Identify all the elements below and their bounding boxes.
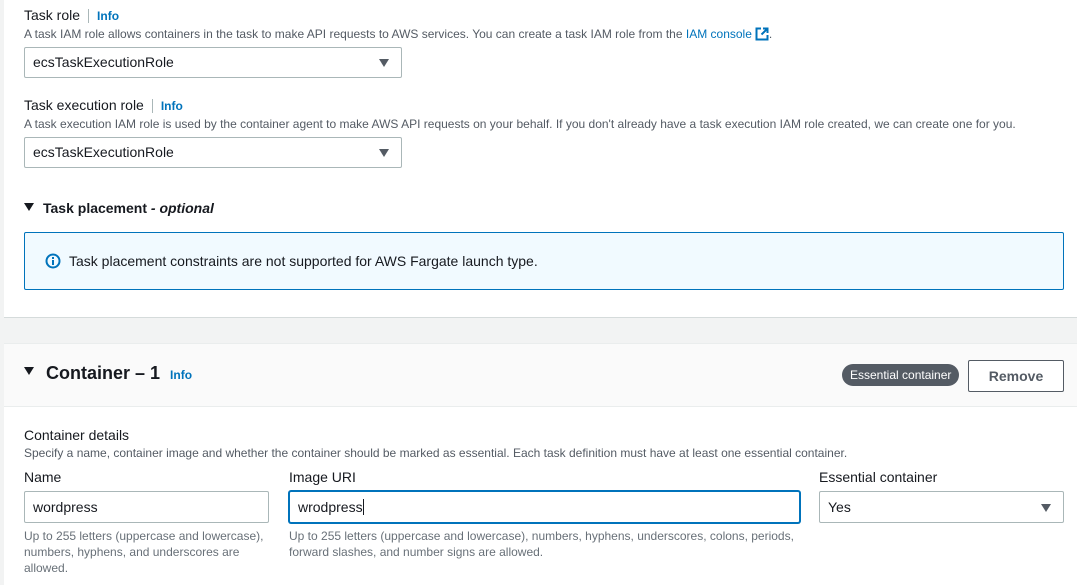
task-role-select[interactable]: ecsTaskExecutionRole	[24, 47, 402, 78]
name-input[interactable]: wordpress	[24, 491, 269, 523]
task-roles-panel: Task role Info A task IAM role allows con…	[4, 0, 1077, 318]
task-execution-role-description: A task execution IAM role is used by the…	[24, 117, 1016, 131]
task-execution-role-label-row: Task execution role Info	[24, 97, 183, 114]
task-placement-title: Task placement	[43, 200, 148, 216]
task-execution-role-info-link[interactable]: Info	[161, 99, 183, 113]
task-execution-role-label: Task execution role	[24, 97, 144, 113]
info-circle-icon	[45, 253, 61, 272]
task-role-label-row: Task role Info	[24, 7, 119, 24]
divider	[151, 99, 153, 114]
task-role-info-link[interactable]: Info	[97, 9, 119, 23]
remove-button[interactable]: Remove	[968, 360, 1064, 392]
container-panel: Container – 1 Info Essential container Re…	[4, 343, 1077, 585]
container-details-title: Container details	[24, 427, 130, 443]
container-details-description: Specify a name, container image and whet…	[24, 446, 848, 460]
iam-console-link[interactable]: IAM console	[686, 27, 752, 41]
image-uri-input[interactable]: wrodpress	[289, 491, 800, 523]
name-input-value: wordpress	[33, 499, 98, 515]
name-label: Name	[24, 469, 62, 485]
caret-down-icon	[1041, 504, 1051, 512]
image-uri-help-text: Up to 255 letters (uppercase and lowerca…	[289, 529, 794, 559]
task-role-description-suffix: .	[768, 27, 773, 41]
task-role-description: A task IAM role allows containers in the…	[24, 27, 772, 44]
name-help-text: Up to 255 letters (uppercase and lowerca…	[24, 529, 264, 575]
caret-down-icon	[379, 149, 389, 157]
container-header: Container – 1 Info Essential container Re…	[4, 344, 1077, 407]
essential-container-label: Essential container	[819, 469, 938, 485]
divider	[88, 9, 90, 24]
text-cursor	[362, 499, 364, 515]
container-title: Container – 1	[46, 363, 161, 383]
essential-container-select[interactable]: Yes	[819, 491, 1064, 523]
expand-triangle-icon	[24, 203, 34, 211]
container-info-link[interactable]: Info	[170, 368, 192, 382]
task-execution-role-select[interactable]: ecsTaskExecutionRole	[24, 137, 402, 168]
essential-container-badge: Essential container	[842, 364, 960, 386]
task-placement-alert: Task placement constraints are not suppo…	[24, 232, 1064, 290]
task-placement-expander[interactable]: Task placement - optional	[24, 200, 214, 216]
caret-down-icon	[379, 59, 389, 67]
expand-triangle-icon	[24, 367, 34, 375]
task-execution-role-select-value: ecsTaskExecutionRole	[33, 144, 174, 160]
essential-container-select-value: Yes	[828, 499, 851, 515]
image-uri-input-value: wrodpress	[298, 499, 363, 515]
task-role-select-value: ecsTaskExecutionRole	[33, 54, 174, 70]
external-link-icon[interactable]	[755, 27, 769, 44]
image-uri-label: Image URI	[289, 469, 356, 485]
task-placement-optional: - optional	[150, 200, 214, 216]
task-role-description-text: A task IAM role allows containers in the…	[24, 27, 686, 41]
task-role-label: Task role	[24, 7, 81, 23]
container-expander[interactable]: Container – 1 Info	[24, 363, 192, 384]
task-placement-alert-text: Task placement constraints are not suppo…	[69, 253, 538, 269]
